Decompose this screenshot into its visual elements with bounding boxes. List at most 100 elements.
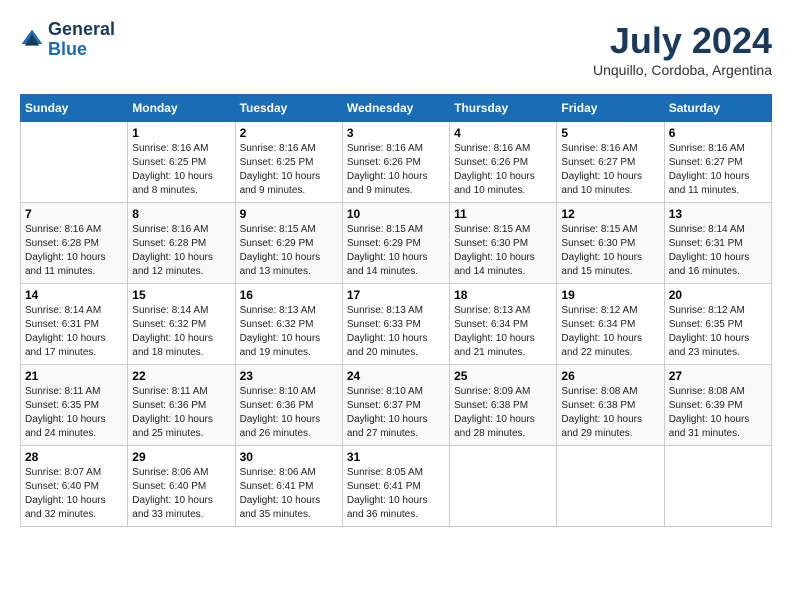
- day-info: Sunrise: 8:12 AM Sunset: 6:34 PM Dayligh…: [561, 304, 659, 360]
- day-number: 23: [240, 369, 338, 383]
- day-number: 8: [132, 207, 230, 221]
- calendar-cell: 2 Sunrise: 8:16 AM Sunset: 6:25 PM Daylig…: [235, 122, 342, 203]
- day-info: Sunrise: 8:12 AM Sunset: 6:35 PM Dayligh…: [669, 304, 767, 360]
- calendar-cell: 3Sunrise: 8:16 AM Sunset: 6:26 PM Daylig…: [342, 122, 449, 203]
- day-info: Sunrise: 8:06 AM Sunset: 6:40 PM Dayligh…: [132, 466, 230, 522]
- day-number: 10: [347, 207, 445, 221]
- day-number: 31: [347, 450, 445, 464]
- day-number: 29: [132, 450, 230, 464]
- calendar-cell: 1Sunrise: 8:16 AM Sunset: 6:25 PM Daylig…: [128, 122, 235, 203]
- day-info: Sunrise: 8:06 AM Sunset: 6:41 PM Dayligh…: [240, 466, 338, 522]
- day-info: Sunrise: 8:07 AM Sunset: 6:40 PM Dayligh…: [25, 466, 123, 522]
- week-row-2: 7Sunrise: 8:16 AM Sunset: 6:28 PM Daylig…: [21, 203, 772, 284]
- calendar-table: SundayMondayTuesdayWednesdayThursdayFrid…: [20, 94, 772, 527]
- calendar-cell: 16Sunrise: 8:13 AM Sunset: 6:32 PM Dayli…: [235, 284, 342, 365]
- day-info: Sunrise: 8:10 AM Sunset: 6:37 PM Dayligh…: [347, 385, 445, 441]
- day-number: 2: [240, 126, 338, 140]
- calendar-cell: 7Sunrise: 8:16 AM Sunset: 6:28 PM Daylig…: [21, 203, 128, 284]
- title-block: July 2024 Unquillo, Cordoba, Argentina: [593, 20, 772, 78]
- month-title: July 2024: [593, 20, 772, 62]
- calendar-cell: 9 Sunrise: 8:15 AM Sunset: 6:29 PM Daylig…: [235, 203, 342, 284]
- day-info: Sunrise: 8:09 AM Sunset: 6:38 PM Dayligh…: [454, 385, 552, 441]
- day-info: Sunrise: 8:11 AM Sunset: 6:35 PM Dayligh…: [25, 385, 123, 441]
- day-number: 11: [454, 207, 552, 221]
- day-info: Sunrise: 8:13 AM Sunset: 6:33 PM Dayligh…: [347, 304, 445, 360]
- day-info: Sunrise: 8:15 AM Sunset: 6:30 PM Dayligh…: [454, 223, 552, 279]
- day-info: Sunrise: 8:10 AM Sunset: 6:36 PM Dayligh…: [240, 385, 338, 441]
- col-header-sunday: Sunday: [21, 95, 128, 122]
- day-number: 14: [25, 288, 123, 302]
- calendar-cell: [450, 446, 557, 527]
- calendar-cell: [664, 446, 771, 527]
- day-number: 20: [669, 288, 767, 302]
- calendar-cell: 5Sunrise: 8:16 AM Sunset: 6:27 PM Daylig…: [557, 122, 664, 203]
- day-info: Sunrise: 8:16 AM Sunset: 6:27 PM Dayligh…: [669, 142, 767, 198]
- day-number: 21: [25, 369, 123, 383]
- day-info: Sunrise: 8:16 AM Sunset: 6:28 PM Dayligh…: [132, 223, 230, 279]
- calendar-cell: 22 Sunrise: 8:11 AM Sunset: 6:36 PM Dayli…: [128, 365, 235, 446]
- day-info: Sunrise: 8:13 AM Sunset: 6:34 PM Dayligh…: [454, 304, 552, 360]
- day-number: 4: [454, 126, 552, 140]
- day-number: 26: [561, 369, 659, 383]
- day-number: 15: [132, 288, 230, 302]
- calendar-cell: [557, 446, 664, 527]
- day-number: 28: [25, 450, 123, 464]
- day-number: 9: [240, 207, 338, 221]
- logo-line2: Blue: [48, 40, 115, 60]
- calendar-cell: 19 Sunrise: 8:12 AM Sunset: 6:34 PM Dayli…: [557, 284, 664, 365]
- calendar-cell: 10Sunrise: 8:15 AM Sunset: 6:29 PM Dayli…: [342, 203, 449, 284]
- day-info: Sunrise: 8:16 AM Sunset: 6:25 PM Dayligh…: [240, 142, 338, 198]
- day-info: Sunrise: 8:11 AM Sunset: 6:36 PM Dayligh…: [132, 385, 230, 441]
- calendar-cell: 8 Sunrise: 8:16 AM Sunset: 6:28 PM Daylig…: [128, 203, 235, 284]
- day-number: 3: [347, 126, 445, 140]
- day-number: 24: [347, 369, 445, 383]
- day-info: Sunrise: 8:05 AM Sunset: 6:41 PM Dayligh…: [347, 466, 445, 522]
- day-info: Sunrise: 8:15 AM Sunset: 6:30 PM Dayligh…: [561, 223, 659, 279]
- week-row-5: 28 Sunrise: 8:07 AM Sunset: 6:40 PM Dayli…: [21, 446, 772, 527]
- day-number: 25: [454, 369, 552, 383]
- calendar-cell: 27Sunrise: 8:08 AM Sunset: 6:39 PM Dayli…: [664, 365, 771, 446]
- calendar-cell: 14 Sunrise: 8:14 AM Sunset: 6:31 PM Dayli…: [21, 284, 128, 365]
- header-row: SundayMondayTuesdayWednesdayThursdayFrid…: [21, 95, 772, 122]
- logo-line1: General: [48, 20, 115, 40]
- calendar-cell: 15 Sunrise: 8:14 AM Sunset: 6:32 PM Dayli…: [128, 284, 235, 365]
- calendar-cell: 26 Sunrise: 8:08 AM Sunset: 6:38 PM Dayli…: [557, 365, 664, 446]
- col-header-saturday: Saturday: [664, 95, 771, 122]
- col-header-monday: Monday: [128, 95, 235, 122]
- day-number: 19: [561, 288, 659, 302]
- day-info: Sunrise: 8:14 AM Sunset: 6:31 PM Dayligh…: [25, 304, 123, 360]
- calendar-cell: 18 Sunrise: 8:13 AM Sunset: 6:34 PM Dayli…: [450, 284, 557, 365]
- day-number: 22: [132, 369, 230, 383]
- calendar-cell: 4Sunrise: 8:16 AM Sunset: 6:26 PM Daylig…: [450, 122, 557, 203]
- calendar-cell: 30 Sunrise: 8:06 AM Sunset: 6:41 PM Dayli…: [235, 446, 342, 527]
- col-header-thursday: Thursday: [450, 95, 557, 122]
- calendar-cell: 20 Sunrise: 8:12 AM Sunset: 6:35 PM Dayli…: [664, 284, 771, 365]
- day-number: 6: [669, 126, 767, 140]
- calendar-cell: 17 Sunrise: 8:13 AM Sunset: 6:33 PM Dayli…: [342, 284, 449, 365]
- day-number: 27: [669, 369, 767, 383]
- day-info: Sunrise: 8:08 AM Sunset: 6:38 PM Dayligh…: [561, 385, 659, 441]
- day-number: 17: [347, 288, 445, 302]
- calendar-cell: 13Sunrise: 8:14 AM Sunset: 6:31 PM Dayli…: [664, 203, 771, 284]
- calendar-cell: 6 Sunrise: 8:16 AM Sunset: 6:27 PM Daylig…: [664, 122, 771, 203]
- day-number: 5: [561, 126, 659, 140]
- page-header: General Blue July 2024 Unquillo, Cordoba…: [20, 20, 772, 78]
- day-info: Sunrise: 8:15 AM Sunset: 6:29 PM Dayligh…: [240, 223, 338, 279]
- calendar-cell: 24 Sunrise: 8:10 AM Sunset: 6:37 PM Dayli…: [342, 365, 449, 446]
- calendar-cell: 31 Sunrise: 8:05 AM Sunset: 6:41 PM Dayli…: [342, 446, 449, 527]
- day-info: Sunrise: 8:14 AM Sunset: 6:31 PM Dayligh…: [669, 223, 767, 279]
- day-info: Sunrise: 8:16 AM Sunset: 6:28 PM Dayligh…: [25, 223, 123, 279]
- day-info: Sunrise: 8:14 AM Sunset: 6:32 PM Dayligh…: [132, 304, 230, 360]
- day-number: 30: [240, 450, 338, 464]
- calendar-cell: [21, 122, 128, 203]
- day-number: 16: [240, 288, 338, 302]
- calendar-cell: 25 Sunrise: 8:09 AM Sunset: 6:38 PM Dayli…: [450, 365, 557, 446]
- day-number: 18: [454, 288, 552, 302]
- calendar-cell: 29 Sunrise: 8:06 AM Sunset: 6:40 PM Dayli…: [128, 446, 235, 527]
- calendar-cell: 21 Sunrise: 8:11 AM Sunset: 6:35 PM Dayli…: [21, 365, 128, 446]
- calendar-cell: 12 Sunrise: 8:15 AM Sunset: 6:30 PM Dayli…: [557, 203, 664, 284]
- week-row-3: 14 Sunrise: 8:14 AM Sunset: 6:31 PM Dayli…: [21, 284, 772, 365]
- calendar-cell: 28 Sunrise: 8:07 AM Sunset: 6:40 PM Dayli…: [21, 446, 128, 527]
- logo-icon: [20, 28, 44, 52]
- day-number: 12: [561, 207, 659, 221]
